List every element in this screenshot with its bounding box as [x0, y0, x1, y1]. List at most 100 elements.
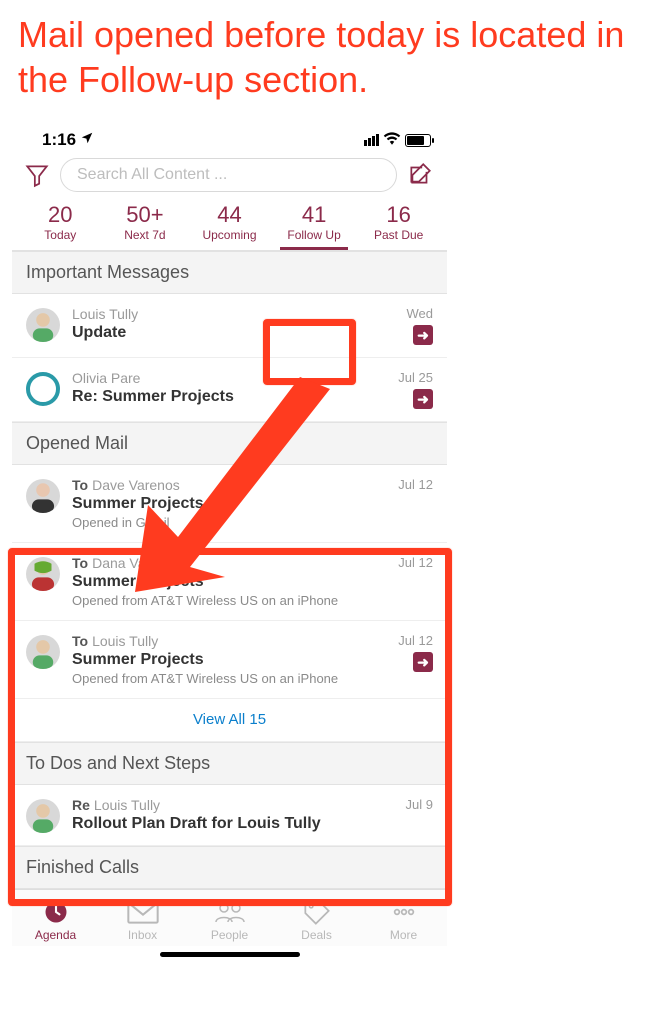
list-item[interactable]: ReLouis Tully Rollout Plan Draft for Lou… [12, 785, 447, 846]
tab-upcoming[interactable]: 44 Upcoming [187, 200, 272, 250]
view-all-link[interactable]: View All 15 [193, 711, 266, 728]
filter-icon[interactable] [24, 162, 50, 188]
item-meta: Opened from AT&T Wireless US on an iPhon… [72, 671, 371, 686]
section-opened-header: Opened Mail [12, 422, 447, 465]
avatar [26, 308, 60, 342]
item-from: ToDana Varenos [72, 555, 371, 571]
tab-count: 16 [358, 204, 439, 226]
tab-label: Upcoming [189, 228, 270, 242]
item-from: Louis Tully [72, 306, 371, 322]
item-subject: Summer Projects [72, 573, 371, 591]
list-item[interactable]: ToDana Varenos Summer Projects Opened fr… [12, 543, 447, 621]
envelope-icon [99, 898, 186, 926]
forward-arrow-icon[interactable]: ➜ [413, 325, 433, 345]
list-item[interactable]: ToDave Varenos Summer Projects Opened in… [12, 465, 447, 543]
item-body: ToLouis Tully Summer Projects Opened fro… [72, 633, 371, 686]
nav-deals[interactable]: Deals [273, 898, 360, 942]
item-subject: Summer Projects [72, 495, 371, 513]
item-right: Jul 9 [383, 797, 433, 812]
item-date: Jul 9 [383, 797, 433, 812]
top-row: Search All Content ... [12, 152, 447, 196]
clock-icon [12, 898, 99, 926]
tab-count: 44 [189, 204, 270, 226]
item-subject: Re: Summer Projects [72, 388, 371, 406]
status-bar: 1:16 [12, 122, 447, 152]
wifi-icon [383, 130, 401, 150]
nav-label: People [186, 928, 273, 942]
list-item[interactable]: Louis Tully Update Wed ➜ [12, 294, 447, 358]
item-date: Wed [383, 306, 433, 321]
avatar [26, 635, 60, 669]
cellular-icon [364, 134, 379, 146]
item-body: ReLouis Tully Rollout Plan Draft for Lou… [72, 797, 371, 833]
list-item[interactable]: ToLouis Tully Summer Projects Opened fro… [12, 621, 447, 699]
more-icon [360, 898, 447, 926]
location-icon [80, 130, 94, 150]
item-subject: Summer Projects [72, 651, 371, 669]
people-icon [186, 898, 273, 926]
status-time: 1:16 [42, 130, 76, 150]
item-meta: Opened from AT&T Wireless US on an iPhon… [72, 593, 371, 608]
forward-arrow-icon[interactable]: ➜ [413, 652, 433, 672]
tab-label: Follow Up [274, 228, 355, 242]
item-from: ToDave Varenos [72, 477, 371, 493]
forward-arrow-icon[interactable]: ➜ [413, 389, 433, 409]
item-right: Jul 12 [383, 477, 433, 492]
nav-label: Inbox [99, 928, 186, 942]
item-from: Olivia Pare [72, 370, 371, 386]
avatar [26, 557, 60, 591]
nav-label: More [360, 928, 447, 942]
item-date: Jul 12 [383, 555, 433, 570]
tab-today[interactable]: 20 Today [18, 200, 103, 250]
tab-followup[interactable]: 41 Follow Up [272, 200, 357, 250]
section-finished-header: Finished Calls [12, 846, 447, 889]
phone-frame: 1:16 Search All Content ... 20 Today [12, 122, 447, 963]
item-date: Jul 12 [383, 477, 433, 492]
item-right: Jul 12 ➜ [383, 633, 433, 672]
item-subject: Rollout Plan Draft for Louis Tully [72, 815, 371, 833]
nav-people[interactable]: People [186, 898, 273, 942]
nav-more[interactable]: More [360, 898, 447, 942]
nav-inbox[interactable]: Inbox [99, 898, 186, 942]
avatar [26, 372, 60, 406]
tag-icon [273, 898, 360, 926]
avatar [26, 479, 60, 513]
annotation-text: Mail opened before today is located in t… [0, 0, 667, 114]
tab-count: 50+ [105, 204, 186, 226]
bottom-nav: Agenda Inbox People Deals More [12, 889, 447, 946]
section-important-header: Important Messages [12, 251, 447, 294]
item-right: Wed ➜ [383, 306, 433, 345]
item-body: Olivia Pare Re: Summer Projects [72, 370, 371, 406]
tab-label: Next 7d [105, 228, 186, 242]
home-indicator [160, 952, 300, 957]
list-item[interactable]: Olivia Pare Re: Summer Projects Jul 25 ➜ [12, 358, 447, 422]
item-body: ToDana Varenos Summer Projects Opened fr… [72, 555, 371, 608]
nav-agenda[interactable]: Agenda [12, 898, 99, 942]
search-placeholder: Search All Content ... [77, 166, 227, 184]
section-todos-header: To Dos and Next Steps [12, 742, 447, 785]
item-meta: Opened in Gmail [72, 515, 371, 530]
search-input[interactable]: Search All Content ... [60, 158, 397, 192]
nav-label: Deals [273, 928, 360, 942]
avatar [26, 799, 60, 833]
tab-label: Past Due [358, 228, 439, 242]
item-date: Jul 12 [383, 633, 433, 648]
compose-icon[interactable] [407, 161, 435, 189]
item-subject: Update [72, 324, 371, 342]
tab-pastdue[interactable]: 16 Past Due [356, 200, 441, 250]
tab-count: 20 [20, 204, 101, 226]
tab-label: Today [20, 228, 101, 242]
tab-strip: 20 Today 50+ Next 7d 44 Upcoming 41 Foll… [12, 196, 447, 251]
item-body: ToDave Varenos Summer Projects Opened in… [72, 477, 371, 530]
view-all-row: View All 15 [12, 699, 447, 742]
item-body: Louis Tully Update [72, 306, 371, 342]
item-from: ToLouis Tully [72, 633, 371, 649]
item-right: Jul 12 [383, 555, 433, 570]
nav-label: Agenda [12, 928, 99, 942]
item-right: Jul 25 ➜ [383, 370, 433, 409]
item-from: ReLouis Tully [72, 797, 371, 813]
tab-next7d[interactable]: 50+ Next 7d [103, 200, 188, 250]
item-date: Jul 25 [383, 370, 433, 385]
battery-icon [405, 134, 431, 147]
tab-count: 41 [274, 204, 355, 226]
